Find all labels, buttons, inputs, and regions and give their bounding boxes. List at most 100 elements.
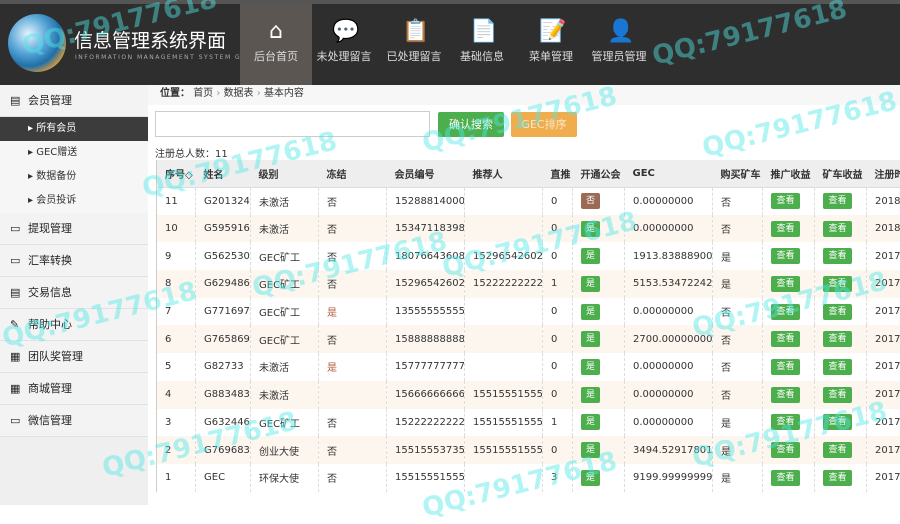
cell-cart-income: 查看 bbox=[815, 325, 867, 353]
cell-member-no: 13555555555 bbox=[387, 298, 465, 326]
guild-badge[interactable]: 是 bbox=[581, 248, 600, 264]
promo-income-view-button[interactable]: 查看 bbox=[771, 221, 800, 237]
cell-member-no: 15515551555 bbox=[387, 464, 465, 492]
sidebar-item-label: 数据备份 bbox=[36, 171, 76, 182]
promo-income-view-button[interactable]: 查看 bbox=[771, 359, 800, 375]
cart-income-view-button[interactable]: 查看 bbox=[823, 276, 852, 292]
promo-income-view-button[interactable]: 查看 bbox=[771, 442, 800, 458]
cell-frozen: 是 bbox=[319, 298, 387, 326]
cell-name: G771697 bbox=[196, 298, 251, 326]
cart-income-view-button[interactable]: 查看 bbox=[823, 387, 852, 403]
cell-direct: 0 bbox=[543, 381, 573, 409]
breadcrumb-label: 位置： bbox=[160, 88, 190, 99]
promo-income-view-button[interactable]: 查看 bbox=[771, 248, 800, 264]
cart-income-view-button[interactable]: 查看 bbox=[823, 248, 852, 264]
sidebar-item-label: GEC赠送 bbox=[36, 147, 77, 158]
nav-label: 基础信息 bbox=[460, 50, 504, 63]
sidebar-group-label: 微信管理 bbox=[28, 414, 72, 427]
cell-promo-income: 查看 bbox=[763, 325, 815, 353]
sidebar-group-label: 商城管理 bbox=[28, 382, 72, 395]
sidebar-group[interactable]: ▦ 商城管理 bbox=[0, 373, 148, 405]
cell-reg-date: 2017- bbox=[867, 409, 900, 437]
sidebar-item[interactable]: ▸ 数据备份 bbox=[0, 165, 148, 189]
nav-home[interactable]: ⌂后台首页 bbox=[240, 4, 312, 85]
promo-income-view-button[interactable]: 查看 bbox=[771, 414, 800, 430]
cart-income-view-button[interactable]: 查看 bbox=[823, 304, 852, 320]
cell-cart-income: 查看 bbox=[815, 270, 867, 298]
calendar-icon: ▦ bbox=[10, 373, 22, 405]
guild-badge[interactable]: 是 bbox=[581, 276, 600, 292]
sidebar-group[interactable]: ▤会员管理 bbox=[0, 85, 148, 117]
guild-badge[interactable]: 是 bbox=[581, 470, 600, 486]
promo-income-view-button[interactable]: 查看 bbox=[771, 387, 800, 403]
nav-settings-doc[interactable]: 📝菜单管理 bbox=[515, 4, 587, 85]
cart-income-view-button[interactable]: 查看 bbox=[823, 442, 852, 458]
cell-reg-date: 2017- bbox=[867, 436, 900, 464]
guild-badge[interactable]: 是 bbox=[581, 331, 600, 347]
cell-promo-income: 查看 bbox=[763, 436, 815, 464]
cart-income-view-button[interactable]: 查看 bbox=[823, 359, 852, 375]
cell-direct: 0 bbox=[543, 436, 573, 464]
confirm-search-button[interactable]: 确认搜索 bbox=[438, 112, 504, 137]
promo-income-view-button[interactable]: 查看 bbox=[771, 331, 800, 347]
sidebar-group[interactable]: ✎帮助中心 bbox=[0, 309, 148, 341]
cart-income-view-button[interactable]: 查看 bbox=[823, 470, 852, 486]
column-header[interactable]: 序号◇ bbox=[157, 160, 196, 187]
cell-reg-date: 2017- bbox=[867, 298, 900, 326]
guild-badge[interactable]: 是 bbox=[581, 359, 600, 375]
cell-buy-cart: 是 bbox=[713, 436, 763, 464]
caret-right-icon: ▸ bbox=[28, 123, 36, 134]
promo-income-view-button[interactable]: 查看 bbox=[771, 193, 800, 209]
breadcrumb-home[interactable]: 首页 bbox=[193, 88, 213, 99]
sidebar-item[interactable]: ▸ 所有会员 bbox=[0, 117, 148, 141]
table-row: 8G629486GEC矿工否15296542602152222222221是51… bbox=[157, 270, 900, 298]
sidebar-group[interactable]: ▦团队奖管理 bbox=[0, 341, 148, 373]
breadcrumb-table[interactable]: 数据表 bbox=[224, 88, 254, 99]
cart-income-view-button[interactable]: 查看 bbox=[823, 193, 852, 209]
guild-badge[interactable]: 是 bbox=[581, 414, 600, 430]
cell-level: 未激活 bbox=[251, 381, 319, 409]
column-header: GEC bbox=[625, 160, 713, 187]
table-row: 10G595916未激活否153471183980是0.00000000否查看查… bbox=[157, 215, 900, 243]
cell-gec: 5153.53472242 bbox=[625, 270, 713, 298]
cell-promo-income: 查看 bbox=[763, 187, 815, 215]
promo-income-view-button[interactable]: 查看 bbox=[771, 470, 800, 486]
cell-referrer bbox=[465, 353, 543, 381]
gec-sort-button[interactable]: GEC排序 bbox=[511, 112, 577, 137]
sidebar-group[interactable]: ▭微信管理 bbox=[0, 405, 148, 437]
cell-cart-income: 查看 bbox=[815, 436, 867, 464]
cell-name: G82733 bbox=[196, 353, 251, 381]
cell-gec: 3494.52917801 bbox=[625, 436, 713, 464]
sidebar-group[interactable]: ▭汇率转换 bbox=[0, 245, 148, 277]
search-input[interactable] bbox=[155, 111, 430, 137]
nav-label: 菜单管理 bbox=[529, 50, 573, 63]
sidebar-item[interactable]: ▸ 会员投诉 bbox=[0, 189, 148, 213]
sidebar-item-label: 所有会员 bbox=[36, 123, 76, 134]
cart-income-view-button[interactable]: 查看 bbox=[823, 414, 852, 430]
cart-income-view-button[interactable]: 查看 bbox=[823, 331, 852, 347]
cell-guild: 是 bbox=[573, 325, 625, 353]
sidebar-group-label: 提现管理 bbox=[28, 222, 72, 235]
nav-user[interactable]: 👤管理员管理 bbox=[583, 4, 655, 85]
cell-cart-income: 查看 bbox=[815, 381, 867, 409]
guild-badge[interactable]: 是 bbox=[581, 387, 600, 403]
guild-badge[interactable]: 是 bbox=[581, 221, 600, 237]
cell-guild: 是 bbox=[573, 270, 625, 298]
cell-buy-cart: 否 bbox=[713, 325, 763, 353]
promo-income-view-button[interactable]: 查看 bbox=[771, 304, 800, 320]
cell-seq: 10 bbox=[157, 215, 196, 243]
nav-checked-doc[interactable]: 📋已处理留言 bbox=[378, 4, 450, 85]
guild-badge[interactable]: 否 bbox=[581, 193, 600, 209]
guild-badge[interactable]: 是 bbox=[581, 442, 600, 458]
guild-badge[interactable]: 是 bbox=[581, 304, 600, 320]
promo-income-view-button[interactable]: 查看 bbox=[771, 276, 800, 292]
nav-chat[interactable]: 💬未处理留言 bbox=[308, 4, 380, 85]
sidebar-item[interactable]: ▸ GEC赠送 bbox=[0, 141, 148, 165]
cart-income-view-button[interactable]: 查看 bbox=[823, 221, 852, 237]
cell-guild: 是 bbox=[573, 353, 625, 381]
list-icon: ▤ bbox=[10, 277, 22, 309]
cell-name: G883483 bbox=[196, 381, 251, 409]
sidebar-group[interactable]: ▤交易信息 bbox=[0, 277, 148, 309]
nav-document[interactable]: 📄基础信息 bbox=[446, 4, 518, 85]
sidebar-group[interactable]: ▭提现管理 bbox=[0, 213, 148, 245]
